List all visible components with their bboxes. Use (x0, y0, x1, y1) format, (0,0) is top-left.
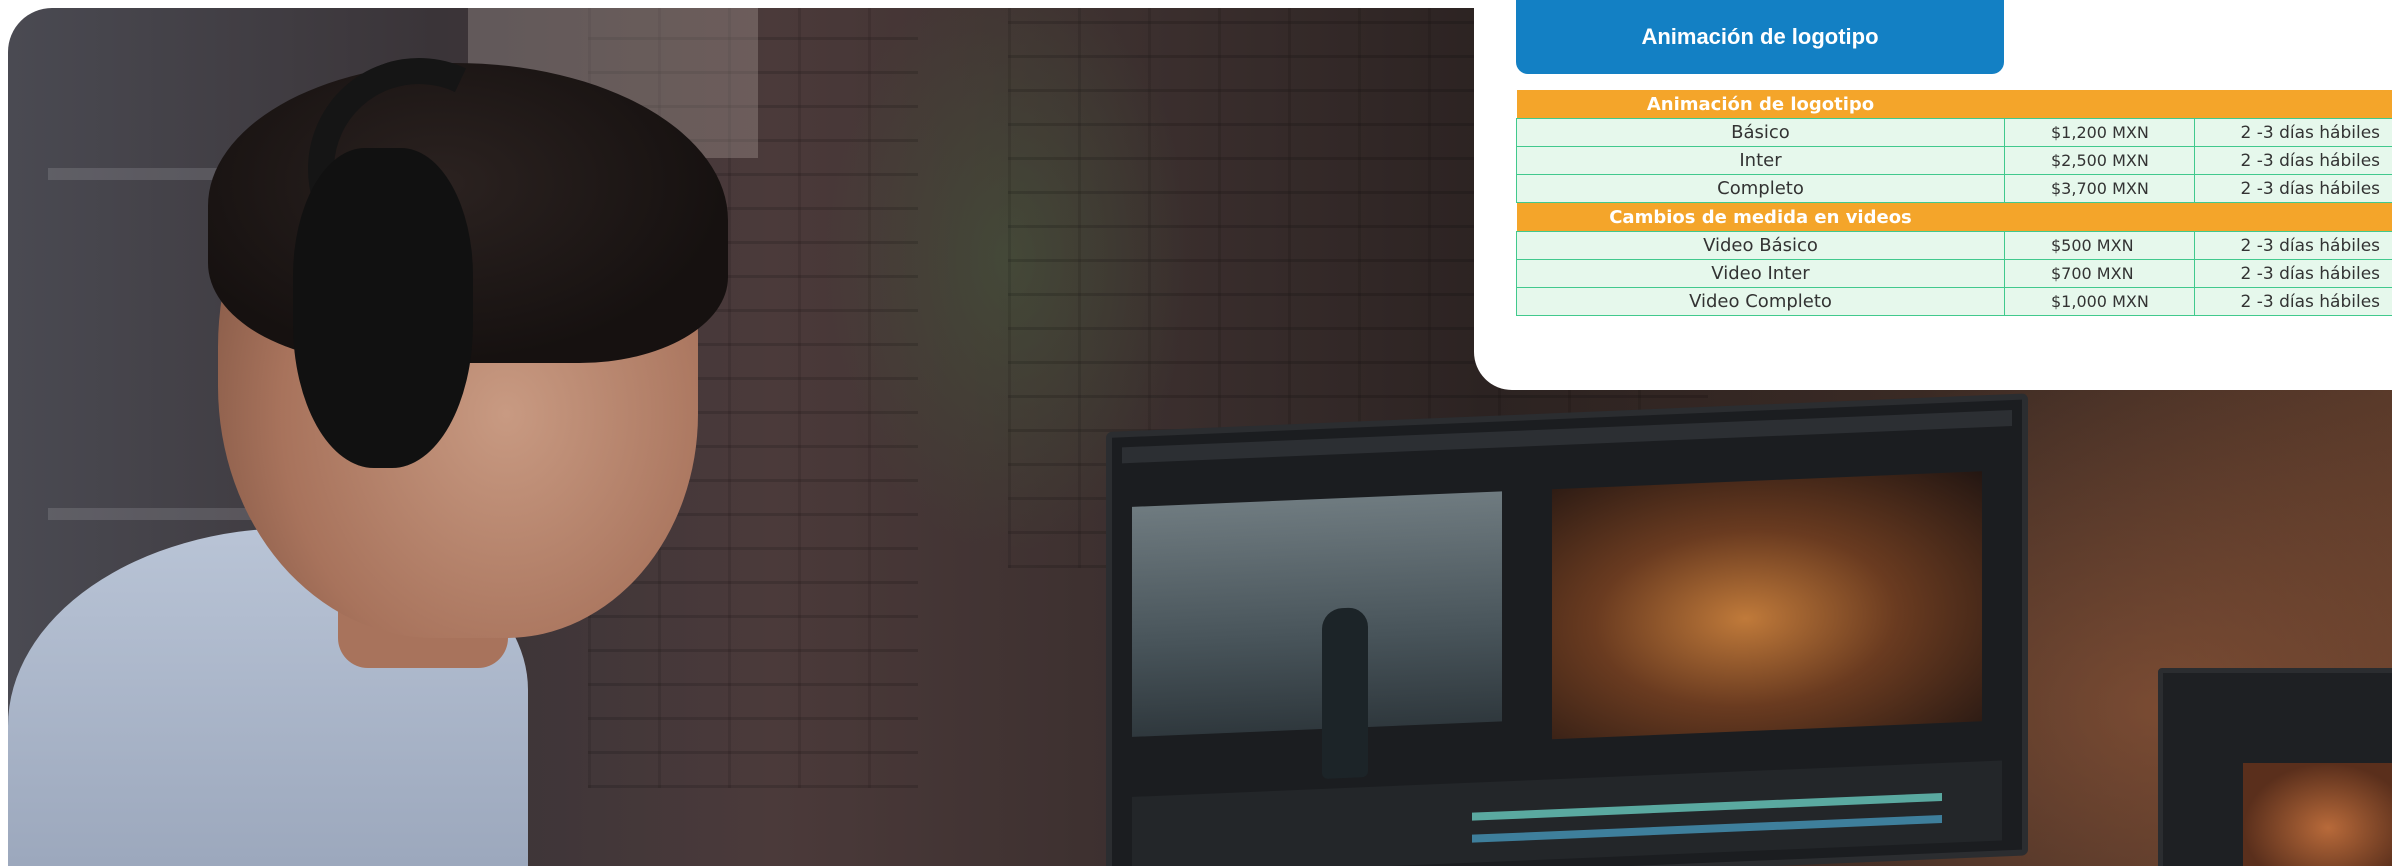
table-section-header: Animación de logotipo (1516, 90, 2392, 119)
table-section-header: Cambios de medida en videos (1516, 202, 2392, 232)
editor-timeline (1132, 760, 2002, 866)
service-name: Inter (1516, 146, 2005, 175)
service-name: Video Básico (1516, 231, 2005, 260)
service-name: Completo (1516, 174, 2005, 203)
delivery-time: 2 -3 días hábiles (2193, 118, 2392, 147)
timeline-track (1472, 814, 1942, 843)
table-row: Completo $3,700 MXN 2 -3 días hábiles (1516, 174, 2392, 203)
delivery-time: 2 -3 días hábiles (2193, 231, 2392, 260)
delivery-time: 2 -3 días hábiles (2193, 287, 2392, 316)
delivery-time: 2 -3 días hábiles (2193, 174, 2392, 203)
second-monitor (2158, 668, 2392, 866)
table-row: Video Inter $700 MXN 2 -3 días hábiles (1516, 259, 2392, 288)
service-price: $1,200 MXN (2004, 118, 2195, 147)
headphones-earcup (293, 148, 473, 468)
editor-preview-right (1552, 471, 1982, 740)
table-row: Video Completo $1,000 MXN 2 -3 días hábile… (1516, 287, 2392, 316)
editor-preview-left (1132, 491, 1502, 779)
table-row: Inter $2,500 MXN 2 -3 días hábiles (1516, 146, 2392, 175)
service-price: $500 MXN (2004, 231, 2195, 260)
service-price: $3,700 MXN (2004, 174, 2195, 203)
service-name: Video Completo (1516, 287, 2005, 316)
service-price: $1,000 MXN (2004, 287, 2195, 316)
table-row: Video Básico $500 MXN 2 -3 días hábiles (1516, 231, 2392, 260)
second-monitor-image (2243, 763, 2392, 866)
card-title: Animación de logotipo (1516, 0, 2004, 74)
service-name: Video Inter (1516, 259, 2005, 288)
bookshelf-lower (48, 508, 268, 520)
editing-monitor (1106, 393, 2028, 866)
section-label: Animación de logotipo (1646, 93, 1875, 115)
table-row: Básico $1,200 MXN 2 -3 días hábiles (1516, 118, 2392, 147)
service-name: Básico (1516, 118, 2005, 147)
delivery-time: 2 -3 días hábiles (2193, 146, 2392, 175)
delivery-time: 2 -3 días hábiles (2193, 259, 2392, 288)
service-price: $700 MXN (2004, 259, 2195, 288)
pricing-table: Animación de logotipo Básico $1,200 MXN 2 -… (1516, 90, 2392, 316)
service-price: $2,500 MXN (2004, 146, 2195, 175)
dancing-couple (1322, 607, 1368, 779)
timeline-track (1472, 792, 1942, 821)
section-label: Cambios de medida en videos (1609, 206, 1912, 228)
